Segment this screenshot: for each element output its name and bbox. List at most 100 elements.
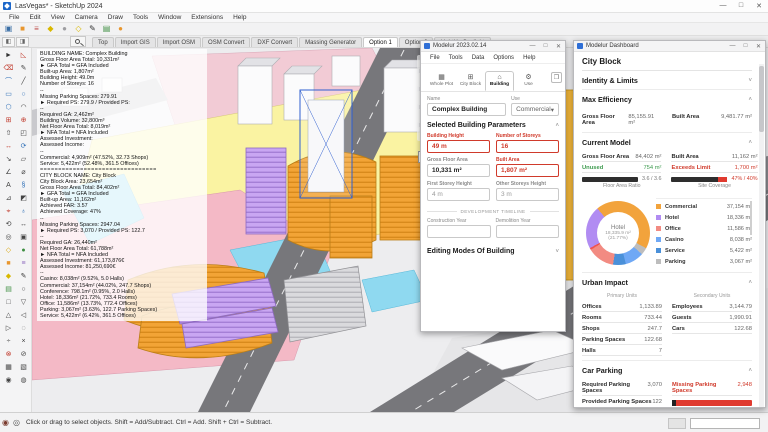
- tool-icon[interactable]: ■: [2, 258, 15, 270]
- toolbar-icon[interactable]: ●: [115, 24, 126, 34]
- menu-item[interactable]: Extensions: [186, 14, 228, 21]
- dialog-minimize-button[interactable]: —: [526, 43, 539, 50]
- tool-icon[interactable]: ▤: [2, 284, 15, 296]
- construction-year-input[interactable]: [427, 225, 491, 238]
- menu-item[interactable]: Edit: [24, 14, 45, 21]
- dialog-menu-item[interactable]: Data: [472, 55, 485, 61]
- tool-icon[interactable]: ↔: [2, 141, 15, 153]
- parameter-input[interactable]: 3 m: [496, 188, 559, 201]
- tool-icon[interactable]: ▱: [17, 154, 30, 166]
- dialog-menu-item[interactable]: Options: [493, 55, 514, 61]
- dialog-tab[interactable]: ⌂ Building: [485, 71, 514, 91]
- scene-tab[interactable]: OSM Convert: [202, 37, 250, 47]
- scene-tab[interactable]: DXF Convert: [251, 37, 298, 47]
- tool-icon[interactable]: A: [2, 180, 15, 192]
- toolbar-icon[interactable]: ●: [59, 24, 70, 34]
- tool-icon[interactable]: ⊿: [2, 193, 15, 205]
- tool-icon[interactable]: ▣: [17, 232, 30, 244]
- search-icon[interactable]: [70, 36, 86, 47]
- tool-icon[interactable]: ✎: [17, 63, 30, 75]
- use-select[interactable]: Commercial ▾: [511, 103, 559, 116]
- tool-icon[interactable]: ▦: [2, 362, 15, 374]
- dashboard-titlebar[interactable]: Modelur Dashboard — □ ✕: [574, 41, 765, 52]
- toolbar-icon[interactable]: ▤: [101, 24, 112, 34]
- dialog-menu-item[interactable]: Help: [523, 55, 535, 61]
- tool-icon[interactable]: ⬡: [2, 102, 15, 114]
- dialog-close-button[interactable]: ✕: [552, 43, 565, 50]
- scene-tab[interactable]: Massing Generator: [299, 37, 362, 47]
- minimize-button[interactable]: —: [714, 2, 732, 10]
- toolbar-icon[interactable]: ◇: [73, 24, 84, 34]
- tool-icon[interactable]: ⟲: [2, 219, 15, 231]
- panel-expand-icon[interactable]: ❐: [551, 72, 562, 83]
- credits-icon[interactable]: ◎: [11, 418, 22, 427]
- tool-icon[interactable]: ÷: [2, 336, 15, 348]
- tool-icon[interactable]: ◰: [17, 128, 30, 140]
- menu-item[interactable]: Window: [153, 14, 186, 21]
- tool-icon[interactable]: ○: [17, 89, 30, 101]
- tool-icon[interactable]: ⌀: [17, 167, 30, 179]
- tool-icon[interactable]: §: [17, 180, 30, 192]
- doc-tab-icon[interactable]: ◨: [16, 37, 29, 47]
- menu-item[interactable]: Tools: [128, 14, 153, 21]
- section-identity-limits[interactable]: Identity & Limits ˅: [582, 71, 752, 90]
- toolbar-icon[interactable]: ≡: [31, 24, 42, 34]
- parameter-input[interactable]: 16: [496, 140, 559, 153]
- dialog-tab[interactable]: ▦ Whole Plot: [427, 71, 456, 91]
- menu-item[interactable]: Draw: [103, 14, 128, 21]
- tool-icon[interactable]: ×: [17, 336, 30, 348]
- tool-icon[interactable]: ►: [2, 50, 15, 62]
- close-button[interactable]: ✕: [750, 2, 768, 10]
- tool-icon[interactable]: ▽: [17, 297, 30, 309]
- collapse-icon[interactable]: ˄: [555, 123, 559, 129]
- donut-legend[interactable]: Commercial 37,154 m² Hotel 18,336 m² Off…: [656, 198, 752, 270]
- tool-icon[interactable]: ◎: [2, 232, 15, 244]
- tool-icon[interactable]: ▷: [2, 323, 15, 335]
- dialog-tab[interactable]: ⚙ Use: [514, 71, 543, 91]
- tool-icon[interactable]: ⌖: [2, 206, 15, 218]
- dialog-maximize-button[interactable]: □: [539, 43, 552, 50]
- scene-tab[interactable]: Option 1: [363, 37, 398, 47]
- tool-icon[interactable]: ♁: [17, 206, 30, 218]
- tool-icon[interactable]: ◠: [17, 102, 30, 114]
- tool-icon[interactable]: ⊘: [17, 349, 30, 361]
- legend-scrollbar[interactable]: [750, 201, 752, 235]
- tool-icon[interactable]: ⌫: [2, 63, 15, 75]
- measurements-input[interactable]: [690, 418, 760, 429]
- parameter-input[interactable]: 49 m: [427, 140, 490, 153]
- menu-item[interactable]: File: [4, 14, 24, 21]
- section-car-parking[interactable]: Car Parking ˄: [582, 361, 752, 379]
- donut-chart[interactable]: Hotel 18,335.9 m² (21.77%): [586, 201, 650, 265]
- tool-icon[interactable]: ▧: [17, 362, 30, 374]
- doc-tab-icon[interactable]: ◧: [2, 37, 15, 47]
- toolbar-icon[interactable]: ◆: [45, 24, 56, 34]
- section-max-efficiency[interactable]: Max Efficiency ˄: [582, 90, 752, 108]
- tool-icon[interactable]: ≡: [17, 258, 30, 270]
- tool-icon[interactable]: □: [2, 297, 15, 309]
- dashboard-maximize-button[interactable]: □: [739, 43, 752, 50]
- dialog-menu-item[interactable]: Tools: [449, 55, 463, 61]
- toolbar-icon[interactable]: ■: [17, 24, 28, 34]
- scene-tab[interactable]: Top: [92, 37, 114, 47]
- tool-icon[interactable]: ◩: [17, 193, 30, 205]
- tool-icon[interactable]: ◇: [2, 245, 15, 257]
- menu-item[interactable]: Help: [228, 14, 251, 21]
- tool-icon[interactable]: ⊕: [17, 115, 30, 127]
- section-urban-impact[interactable]: Urban Impact ˄: [582, 272, 752, 291]
- tool-icon[interactable]: ◌: [17, 323, 30, 335]
- parameter-input[interactable]: 1,807 m²: [496, 164, 559, 177]
- tool-icon[interactable]: ○: [17, 284, 30, 296]
- geolocation-icon[interactable]: ◉: [0, 418, 11, 427]
- tool-icon[interactable]: ↘: [2, 154, 15, 166]
- tool-icon[interactable]: ∠: [2, 167, 15, 179]
- tool-icon[interactable]: ●: [17, 245, 30, 257]
- maximize-button[interactable]: □: [732, 2, 750, 10]
- chevron-down-icon[interactable]: ˅: [555, 249, 559, 255]
- building-name-input[interactable]: Complex Building: [427, 103, 506, 116]
- tool-icon[interactable]: ⊞: [2, 115, 15, 127]
- demolition-year-input[interactable]: [496, 225, 560, 238]
- scene-tab[interactable]: Import GIS: [115, 37, 156, 47]
- dashboard-close-button[interactable]: ✕: [752, 43, 765, 50]
- dashboard-scrollbar[interactable]: [759, 64, 764, 407]
- section-current-model[interactable]: Current Model ˄: [582, 133, 752, 151]
